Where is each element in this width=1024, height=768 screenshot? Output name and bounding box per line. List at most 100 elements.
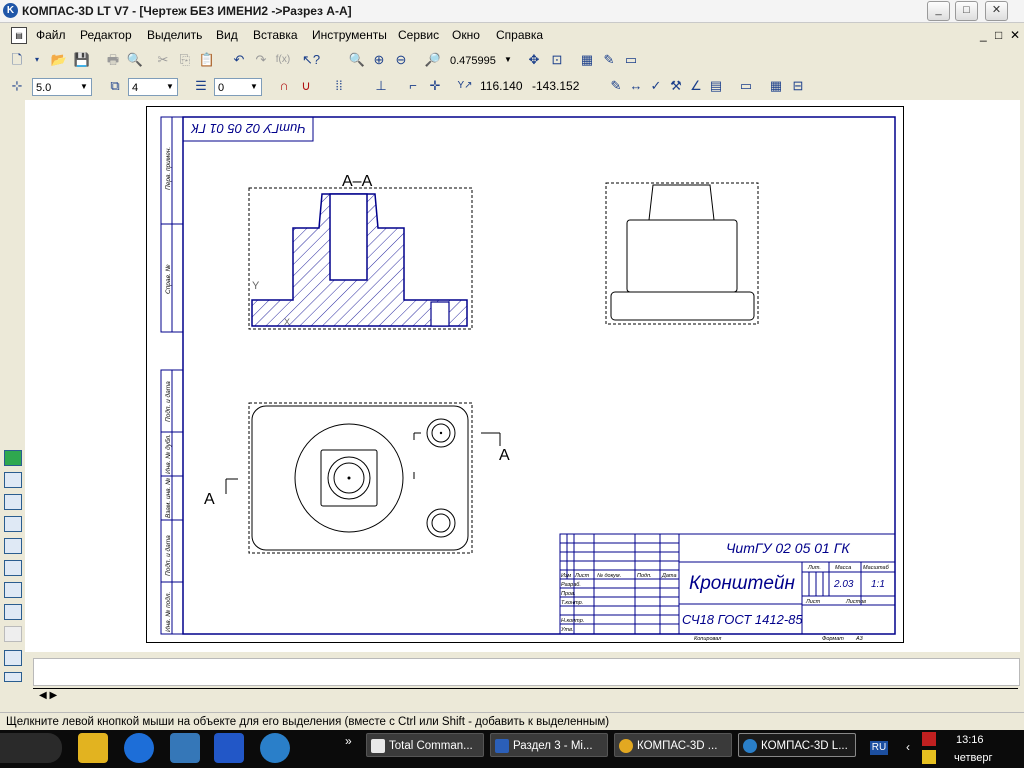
properties-icon[interactable]: ▦ (578, 51, 596, 69)
layout-icon[interactable]: ▭ (622, 51, 640, 69)
quicklaunch-floppy-icon[interactable] (214, 733, 244, 763)
menu-view[interactable]: Вид (216, 28, 238, 42)
cursor-coords-icon[interactable]: ✛ (426, 77, 444, 95)
language-indicator[interactable]: RU (870, 741, 888, 755)
undo-icon[interactable]: ↶ (230, 51, 248, 69)
function-icon[interactable]: f(x) (274, 51, 292, 69)
minimize-button[interactable]: _ (927, 1, 950, 21)
quicklaunch-total-commander-icon[interactable] (78, 733, 108, 763)
tb-designation: ЧитГУ 02 05 01 ГК (726, 540, 850, 556)
drawing-canvas[interactable]: Перв. примен. Справ. № Подп. и дата Инв.… (146, 106, 904, 643)
menu-file[interactable]: Файл (36, 28, 66, 42)
close-button[interactable]: ✕ (985, 1, 1008, 21)
local-snap-icon[interactable]: ∪ (297, 77, 315, 95)
layer-combo[interactable]: 4 ▼ (128, 78, 178, 96)
tray-antivirus-icon[interactable] (922, 732, 936, 746)
hammer-icon[interactable]: ⚒ (667, 77, 685, 95)
chevron-down-icon: ▼ (166, 82, 174, 91)
mdi-close-button[interactable]: ✕ (1010, 28, 1020, 42)
tb-format-value: А3 (855, 636, 864, 642)
mdi-minimize-button[interactable]: _ (980, 28, 987, 42)
geometry-icon[interactable] (4, 450, 22, 466)
menu-tools[interactable]: Инструменты (312, 28, 387, 42)
check-icon[interactable]: ✓ (647, 77, 665, 95)
parametrization-icon[interactable] (4, 538, 22, 554)
side-label-5: Взам. инв. № (165, 478, 172, 518)
report-icon[interactable] (4, 650, 22, 666)
edit-icon[interactable] (4, 516, 22, 532)
copy-icon[interactable]: ⎘ (176, 51, 194, 69)
library-icon[interactable]: ▦ (767, 77, 785, 95)
style-combo[interactable]: 0 ▼ (214, 78, 262, 96)
print-icon[interactable]: 🖶 (104, 51, 122, 69)
menu-select[interactable]: Выделить (147, 28, 202, 42)
measure-panel-icon[interactable] (4, 560, 22, 576)
angle-icon[interactable]: ∠ (687, 77, 705, 95)
task-kompas-2[interactable]: КОМПАС-3D L... (738, 733, 856, 757)
tray-expand-icon[interactable]: ‹ (906, 740, 910, 754)
local-cs-icon[interactable]: ⊥ (372, 77, 390, 95)
tb-header-list: Лист (574, 573, 590, 579)
dimensions-icon[interactable] (4, 472, 22, 488)
show-all-icon[interactable]: ⊡ (548, 51, 566, 69)
tb-header-sign: Подп. (637, 573, 652, 579)
open-folder-icon[interactable]: 📂 (50, 51, 68, 69)
tray-app-icon[interactable] (922, 750, 936, 764)
layer-icon[interactable]: ⧉ (106, 77, 124, 95)
help-pointer-icon[interactable]: ↖? (302, 51, 320, 69)
step-combo[interactable]: 5.0 ▼ (32, 78, 92, 96)
maximize-button[interactable]: □ (955, 1, 978, 21)
drawing-sheet[interactable]: Перв. примен. Справ. № Подп. и дата Инв.… (146, 106, 904, 643)
task-word[interactable]: Раздел 3 - Mi... (490, 733, 608, 757)
wave-icon[interactable] (4, 672, 22, 682)
horizontal-scrollbar[interactable] (33, 688, 1018, 689)
align-icon[interactable]: ⊟ (789, 77, 807, 95)
coordinates-icon: Y↗ (457, 80, 473, 91)
task-kompas-1[interactable]: КОМПАС-3D ... (614, 733, 732, 757)
document-icon[interactable]: ▤ (11, 27, 27, 44)
table-icon[interactable]: ▤ (707, 77, 725, 95)
quicklaunch-overflow[interactable]: » (345, 734, 352, 748)
snap-magnet-icon[interactable]: ∩ (275, 77, 293, 95)
menu-editor[interactable]: Редактор (80, 28, 132, 42)
style-icon[interactable]: ☰ (192, 77, 210, 95)
view-icon[interactable]: ▭ (737, 77, 755, 95)
spec-icon[interactable] (4, 626, 22, 642)
task-total-commander[interactable]: Total Comman... (366, 733, 484, 757)
scroll-arrows[interactable]: ◀ ▶ (39, 690, 57, 701)
redo-icon[interactable]: ↷ (252, 51, 270, 69)
quicklaunch-kompas-icon[interactable] (260, 733, 290, 763)
refresh-icon[interactable]: ✎ (600, 51, 618, 69)
dim-icon[interactable]: ↔ (627, 77, 645, 95)
axis-y-label: Y (252, 280, 260, 292)
menu-service[interactable]: Сервис (398, 28, 439, 42)
pan-icon[interactable]: ✥ (525, 51, 543, 69)
zoom-in-icon[interactable]: ⊕ (370, 51, 388, 69)
ortho-icon[interactable]: ⌐ (404, 77, 422, 95)
zoom-scale-icon[interactable]: 🔎 (424, 51, 442, 69)
quicklaunch-desktop-icon[interactable] (170, 733, 200, 763)
new-dropdown-icon[interactable]: ▾ (28, 51, 46, 69)
menu-help[interactable]: Справка (496, 28, 543, 42)
cut-icon[interactable]: ✂ (154, 51, 172, 69)
measure-icon[interactable]: ✎ (607, 77, 625, 95)
print-preview-icon[interactable]: 🔍 (126, 51, 144, 69)
start-button[interactable] (0, 733, 62, 763)
zoom-out-icon[interactable]: ⊖ (392, 51, 410, 69)
clock-time[interactable]: 13:16 (956, 734, 984, 746)
save-icon[interactable]: 💾 (73, 51, 91, 69)
notation-icon[interactable] (4, 494, 22, 510)
menu-insert[interactable]: Вставка (253, 28, 298, 42)
mdi-restore-button[interactable]: □ (995, 28, 1002, 42)
select-panel-icon[interactable] (4, 582, 22, 598)
paste-icon[interactable]: 📋 (198, 51, 216, 69)
step-icon[interactable]: ⊹ (8, 77, 26, 95)
title-bar: K КОМПАС-3D LT V7 - [Чертеж БЕЗ ИМЕНИ2 -… (0, 0, 1024, 23)
quicklaunch-internet-explorer-icon[interactable] (124, 733, 154, 763)
grid-icon[interactable]: ⁞⁞ (330, 77, 348, 95)
zoom-combo[interactable]: 0.475995 ▼ (446, 51, 516, 69)
zoom-icon[interactable]: 🔍 (348, 51, 366, 69)
menu-window[interactable]: Окно (452, 28, 480, 42)
new-document-icon[interactable]: 🗋 (8, 51, 26, 69)
associative-view-icon[interactable] (4, 604, 22, 620)
